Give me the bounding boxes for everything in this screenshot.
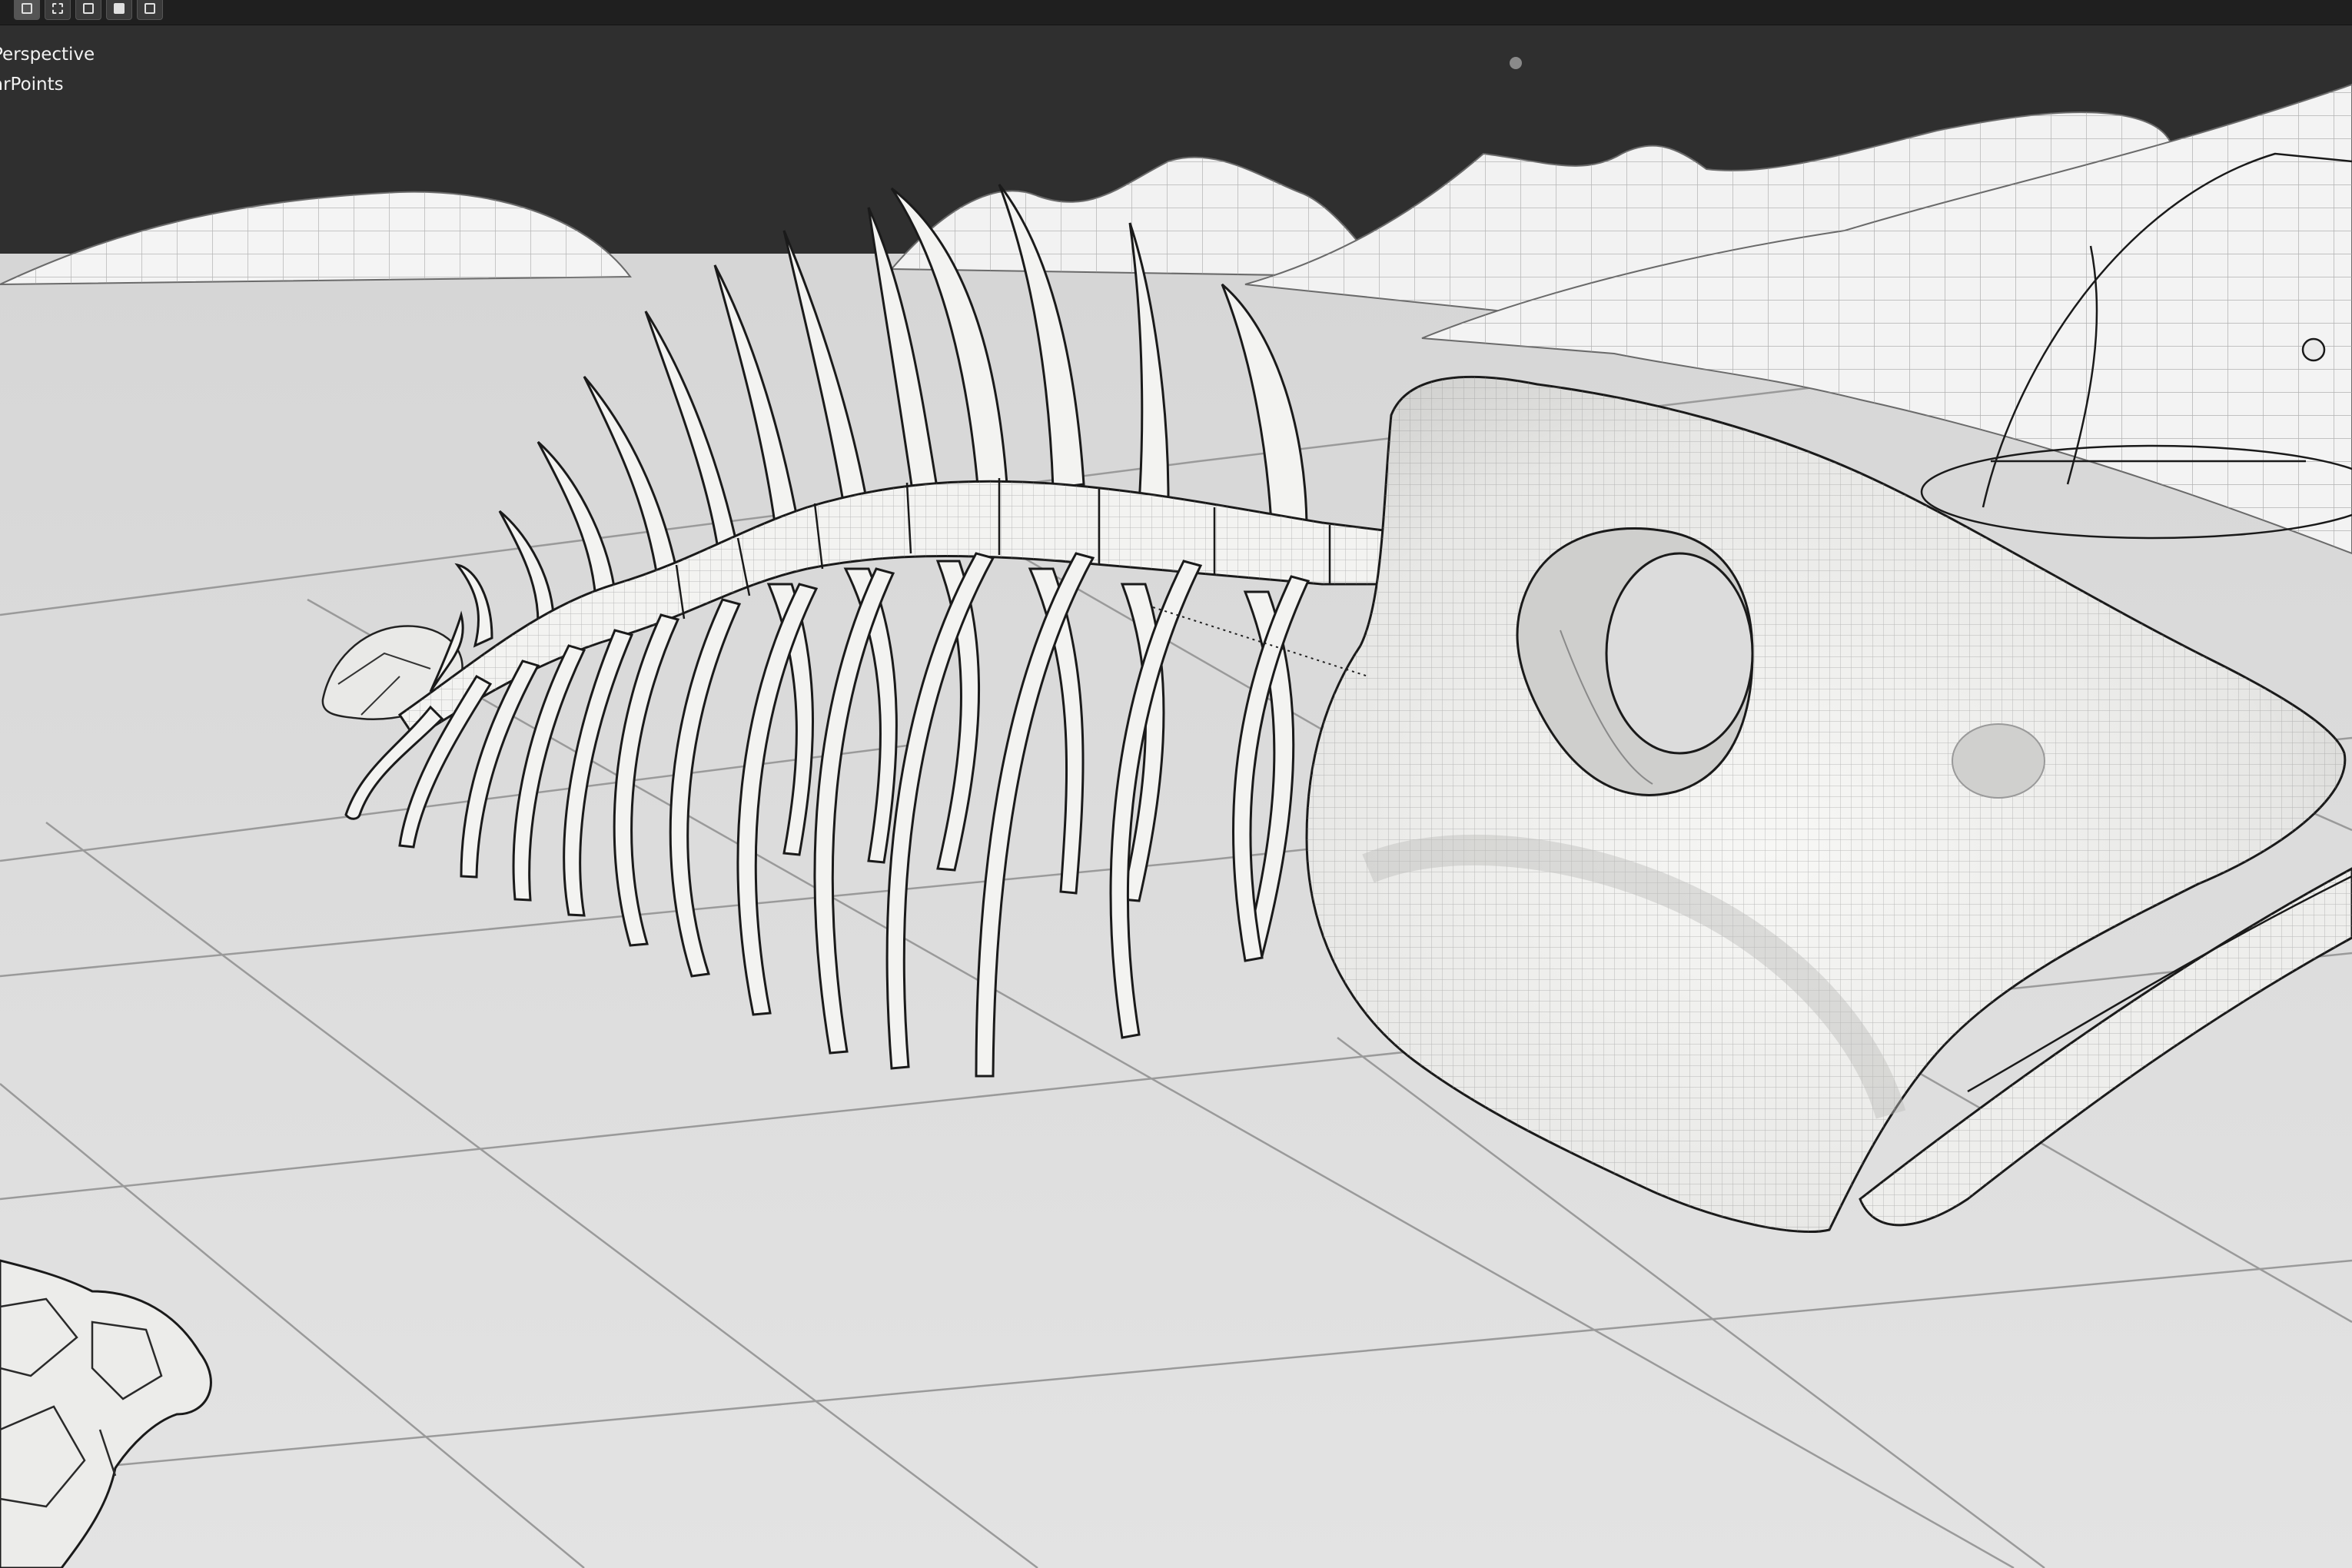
origin-point-icon xyxy=(1510,57,1522,69)
3d-viewport-scene[interactable] xyxy=(0,0,2352,1568)
